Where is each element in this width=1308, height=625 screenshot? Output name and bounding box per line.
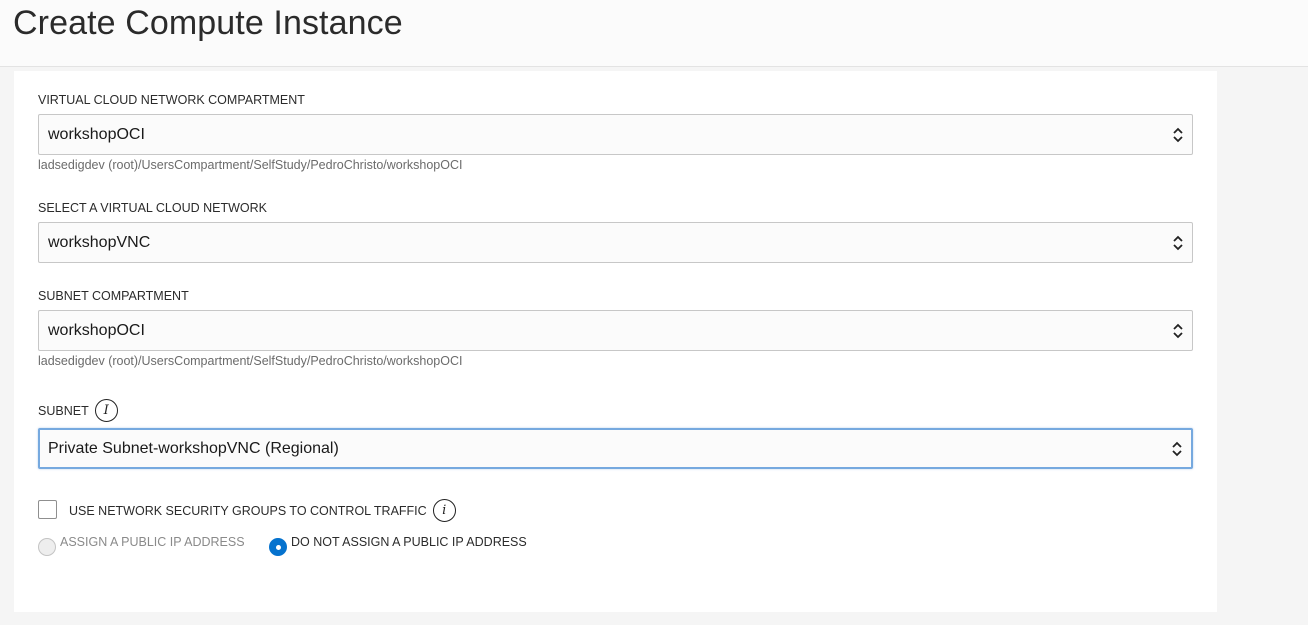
assign-public-ip-radio[interactable] [38, 538, 56, 556]
networking-panel: VIRTUAL CLOUD NETWORK COMPARTMENT worksh… [14, 71, 1217, 612]
assign-public-ip-option[interactable]: ASSIGN A PUBLIC IP ADDRESS [38, 535, 245, 556]
page-header: Create Compute Instance [0, 0, 1308, 67]
subnet-label: SUBNET [38, 403, 89, 418]
subnet-compartment-label: SUBNET COMPARTMENT [38, 289, 189, 303]
chevron-updown-icon [1173, 127, 1183, 142]
nsg-checkbox-row: USE NETWORK SECURITY GROUPS TO CONTROL T… [38, 496, 456, 522]
nsg-checkbox-label[interactable]: USE NETWORK SECURITY GROUPS TO CONTROL T… [69, 504, 427, 518]
chevron-updown-icon [1172, 441, 1182, 456]
subnet-label-row: SUBNET i [38, 399, 118, 422]
vcn-compartment-label: VIRTUAL CLOUD NETWORK COMPARTMENT [38, 93, 305, 107]
chevron-updown-icon [1173, 323, 1183, 338]
vcn-value: workshopVNC [48, 233, 151, 251]
vcn-label: SELECT A VIRTUAL CLOUD NETWORK [38, 201, 267, 215]
info-icon[interactable]: i [94, 399, 118, 422]
subnet-select[interactable]: Private Subnet-workshopVNC (Regional) [38, 428, 1193, 469]
no-public-ip-option[interactable]: DO NOT ASSIGN A PUBLIC IP ADDRESS [269, 535, 527, 556]
subnet-compartment-path: ladsedigdev (root)/UsersCompartment/Self… [38, 354, 463, 368]
vcn-compartment-path: ladsedigdev (root)/UsersCompartment/Self… [38, 158, 463, 172]
subnet-compartment-select[interactable]: workshopOCI [38, 310, 1193, 351]
info-icon[interactable]: i [432, 499, 456, 522]
assign-public-ip-label: ASSIGN A PUBLIC IP ADDRESS [60, 535, 245, 549]
subnet-value: Private Subnet-workshopVNC (Regional) [48, 439, 339, 457]
subnet-compartment-value: workshopOCI [48, 321, 145, 339]
chevron-updown-icon [1173, 235, 1183, 250]
vcn-compartment-select[interactable]: workshopOCI [38, 114, 1193, 155]
no-public-ip-radio[interactable] [269, 538, 287, 556]
vcn-compartment-value: workshopOCI [48, 125, 145, 143]
vcn-select[interactable]: workshopVNC [38, 222, 1193, 263]
page-title: Create Compute Instance [13, 4, 403, 42]
nsg-checkbox[interactable] [38, 499, 57, 519]
no-public-ip-label: DO NOT ASSIGN A PUBLIC IP ADDRESS [291, 535, 527, 549]
